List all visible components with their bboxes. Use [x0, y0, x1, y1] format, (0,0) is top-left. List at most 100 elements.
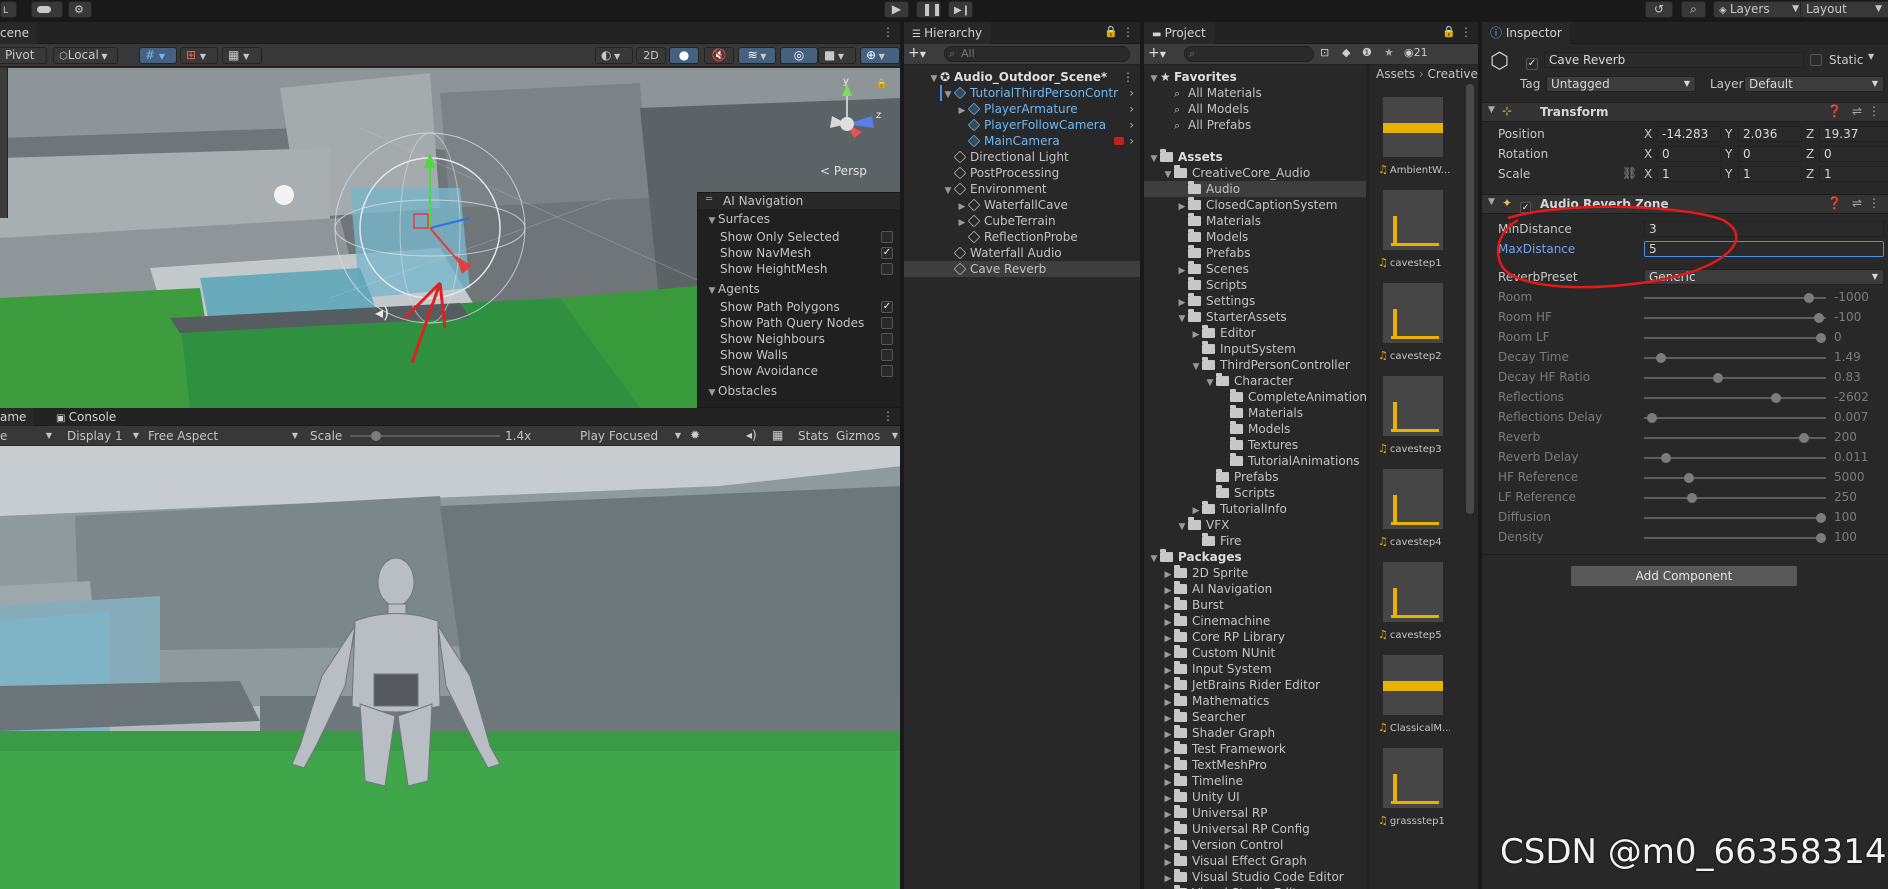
layers-dropdown[interactable]: ◈ Layers ▼ [1713, 1, 1805, 18]
project-tree-item[interactable]: ⌕ All Prefabs [1144, 117, 1366, 133]
project-search-input[interactable]: ⌕ [1184, 46, 1314, 62]
checkbox[interactable] [881, 333, 893, 345]
reverb-param-value[interactable]: 0.007 [1834, 410, 1868, 424]
project-tree-item[interactable]: ▶ JetBrains Rider Editor [1144, 677, 1366, 693]
reverb-param-value[interactable]: 100 [1834, 530, 1857, 544]
scale-slider[interactable] [350, 428, 500, 444]
project-tree-item[interactable]: Scripts [1144, 277, 1366, 293]
keyboard-icon[interactable]: ▦ [772, 428, 783, 442]
help-icon[interactable]: ❓ [1827, 196, 1842, 210]
reverb-param-value[interactable]: 250 [1834, 490, 1857, 504]
play-button[interactable]: ▶ [884, 1, 909, 18]
chevron-right-icon[interactable]: › [1127, 85, 1134, 101]
chevron-down-icon[interactable]: ▼ [1868, 52, 1874, 61]
project-tree-item[interactable]: ▶ Settings [1144, 293, 1366, 309]
tab-inspector[interactable]: ⓘ Inspector [1482, 22, 1570, 44]
aspect-dropdown[interactable]: Free Aspect ▼ [145, 428, 300, 444]
reverb-param-slider[interactable] [1644, 370, 1826, 386]
project-tree-item[interactable]: CompleteAnimations [1144, 389, 1366, 405]
hierarchy-item[interactable]: PostProcessing [904, 165, 1140, 181]
breadcrumb-assets[interactable]: Assets [1376, 67, 1415, 81]
ai-nav-section-header[interactable]: ▼ Surfaces [706, 211, 901, 227]
gizmos-dropdown[interactable]: Gizmos ▼ [836, 428, 900, 444]
project-tree-item[interactable]: Models [1144, 229, 1366, 245]
hierarchy-item[interactable]: Directional Light [904, 149, 1140, 165]
audio-clip-thumbnail[interactable] [1383, 655, 1443, 715]
project-tree-item[interactable]: Materials [1144, 213, 1366, 229]
more-options-icon[interactable]: ⋮ [882, 409, 894, 423]
project-tree-item[interactable]: ▼ Packages [1144, 549, 1366, 565]
reverb-param-slider[interactable] [1644, 390, 1826, 406]
asset-item[interactable]: ♫ AmbientW... [1378, 163, 1450, 176]
tab-hierarchy[interactable]: ☰ Hierarchy [904, 22, 991, 44]
project-tree-item[interactable]: ▼ VFX [1144, 517, 1366, 533]
project-tree-item[interactable]: ▼ Character [1144, 373, 1366, 389]
project-tree-item[interactable]: Fire [1144, 533, 1366, 549]
asset-item[interactable]: ♫ cavestep1 [1378, 256, 1450, 269]
increment-snap-button[interactable]: ⊞ ▼ [180, 47, 218, 64]
frame-debugger-icon[interactable]: ✹ [690, 428, 700, 442]
project-tree-item[interactable]: ▶ Universal RP Config [1144, 821, 1366, 837]
scene-viewport[interactable]: ◂) y z 🔒 < Persp ═ AI Navigation ▼ Surfac… [0, 68, 902, 408]
project-tree-item[interactable]: InputSystem [1144, 341, 1366, 357]
orientation-gizmo[interactable]: y z 🔒 [812, 76, 892, 156]
reverb-param-value[interactable]: 100 [1834, 510, 1857, 524]
transform-scale-x-field[interactable]: 1 [1657, 166, 1721, 182]
slider-knob[interactable] [1647, 413, 1658, 423]
project-tree-item[interactable]: ▶ Version Control [1144, 837, 1366, 853]
project-tree-item[interactable]: ⌕ All Models [1144, 101, 1366, 117]
tab-game[interactable]: ame [0, 408, 35, 426]
reverb-param-slider[interactable] [1644, 470, 1826, 486]
slider-knob[interactable] [1683, 473, 1694, 483]
hierarchy-search-input[interactable]: ⌕ All [944, 46, 1130, 62]
step-button[interactable]: ▶❙ [948, 1, 973, 18]
audio-clip-thumbnail[interactable] [1383, 469, 1443, 529]
checkbox[interactable] [881, 231, 893, 243]
favorite-star-icon[interactable]: ★ [1384, 46, 1394, 59]
slider-knob[interactable] [1687, 493, 1697, 503]
project-tree-item[interactable]: Prefabs [1144, 245, 1366, 261]
more-options-icon[interactable]: ⋮ [1122, 69, 1134, 85]
tag-dropdown[interactable]: Untagged ▼ [1546, 76, 1696, 92]
project-tree-item[interactable]: ▶ Burst [1144, 597, 1366, 613]
project-tree-item[interactable]: ▼ StarterAssets [1144, 309, 1366, 325]
project-tree-item[interactable]: ▶ Custom NUnit [1144, 645, 1366, 661]
transform-scale-z-field[interactable]: 1 [1819, 166, 1888, 182]
reverb-param-value[interactable]: -100 [1834, 310, 1861, 324]
hierarchy-item[interactable]: PlayerFollowCamera › [904, 117, 1140, 133]
transform-header[interactable]: ▼ ⊹ Transform ❓ ⇌ ⋮ [1482, 102, 1888, 122]
tab-project[interactable]: ▬ Project [1144, 22, 1214, 44]
create-button[interactable]: +▼ [1148, 45, 1166, 61]
project-tree-item[interactable]: ▶ Shader Graph [1144, 725, 1366, 741]
audio-clip-thumbnail[interactable] [1383, 376, 1443, 436]
project-tree-item[interactable]: Scripts [1144, 485, 1366, 501]
slider-knob[interactable] [1771, 393, 1782, 403]
active-checkbox[interactable]: ✓ [1526, 53, 1538, 70]
project-tree-item[interactable]: ▶ Universal RP [1144, 805, 1366, 821]
checkbox-checked[interactable]: ✓ [881, 247, 893, 259]
project-tree-item[interactable]: ▼ CreativeCore_Audio [1144, 165, 1366, 181]
audio-toggle[interactable]: 🔇 [704, 47, 734, 64]
chevron-right-icon[interactable]: › [1127, 117, 1134, 133]
reverb-param-value[interactable]: -2602 [1834, 390, 1869, 404]
slider-knob[interactable] [1798, 433, 1809, 443]
asset-item[interactable]: ♫ grassstep1 [1378, 814, 1450, 827]
scene-visibility-toggle[interactable]: ◎ [780, 47, 818, 64]
services-button[interactable]: ⚙ [68, 1, 92, 18]
hierarchy-item[interactable]: ▶ WaterfallCave [904, 197, 1140, 213]
reverb-param-slider[interactable] [1644, 510, 1826, 526]
layout-dropdown[interactable]: Layout ▼ [1800, 1, 1888, 18]
tab-console[interactable]: ▣ Console [48, 408, 125, 426]
object-name-field[interactable]: Cave Reverb [1544, 52, 1804, 68]
project-tree-item[interactable]: ▶ Timeline [1144, 773, 1366, 789]
more-options-icon[interactable]: ⋮ [882, 25, 894, 39]
tree-divider[interactable] [1366, 65, 1370, 889]
project-tree-item[interactable]: ▶ Visual Studio Code Editor [1144, 869, 1366, 885]
chevron-right-icon[interactable]: › [1127, 101, 1134, 117]
reverb-param-slider[interactable] [1644, 410, 1826, 426]
project-tree-item[interactable]: Textures [1144, 437, 1366, 453]
checkbox[interactable] [881, 349, 893, 361]
game-dropdown[interactable]: e ▼ [0, 428, 56, 444]
hierarchy-item[interactable]: ▶ CubeTerrain [904, 213, 1140, 229]
hierarchy-item[interactable]: Cave Reverb [904, 261, 1140, 277]
